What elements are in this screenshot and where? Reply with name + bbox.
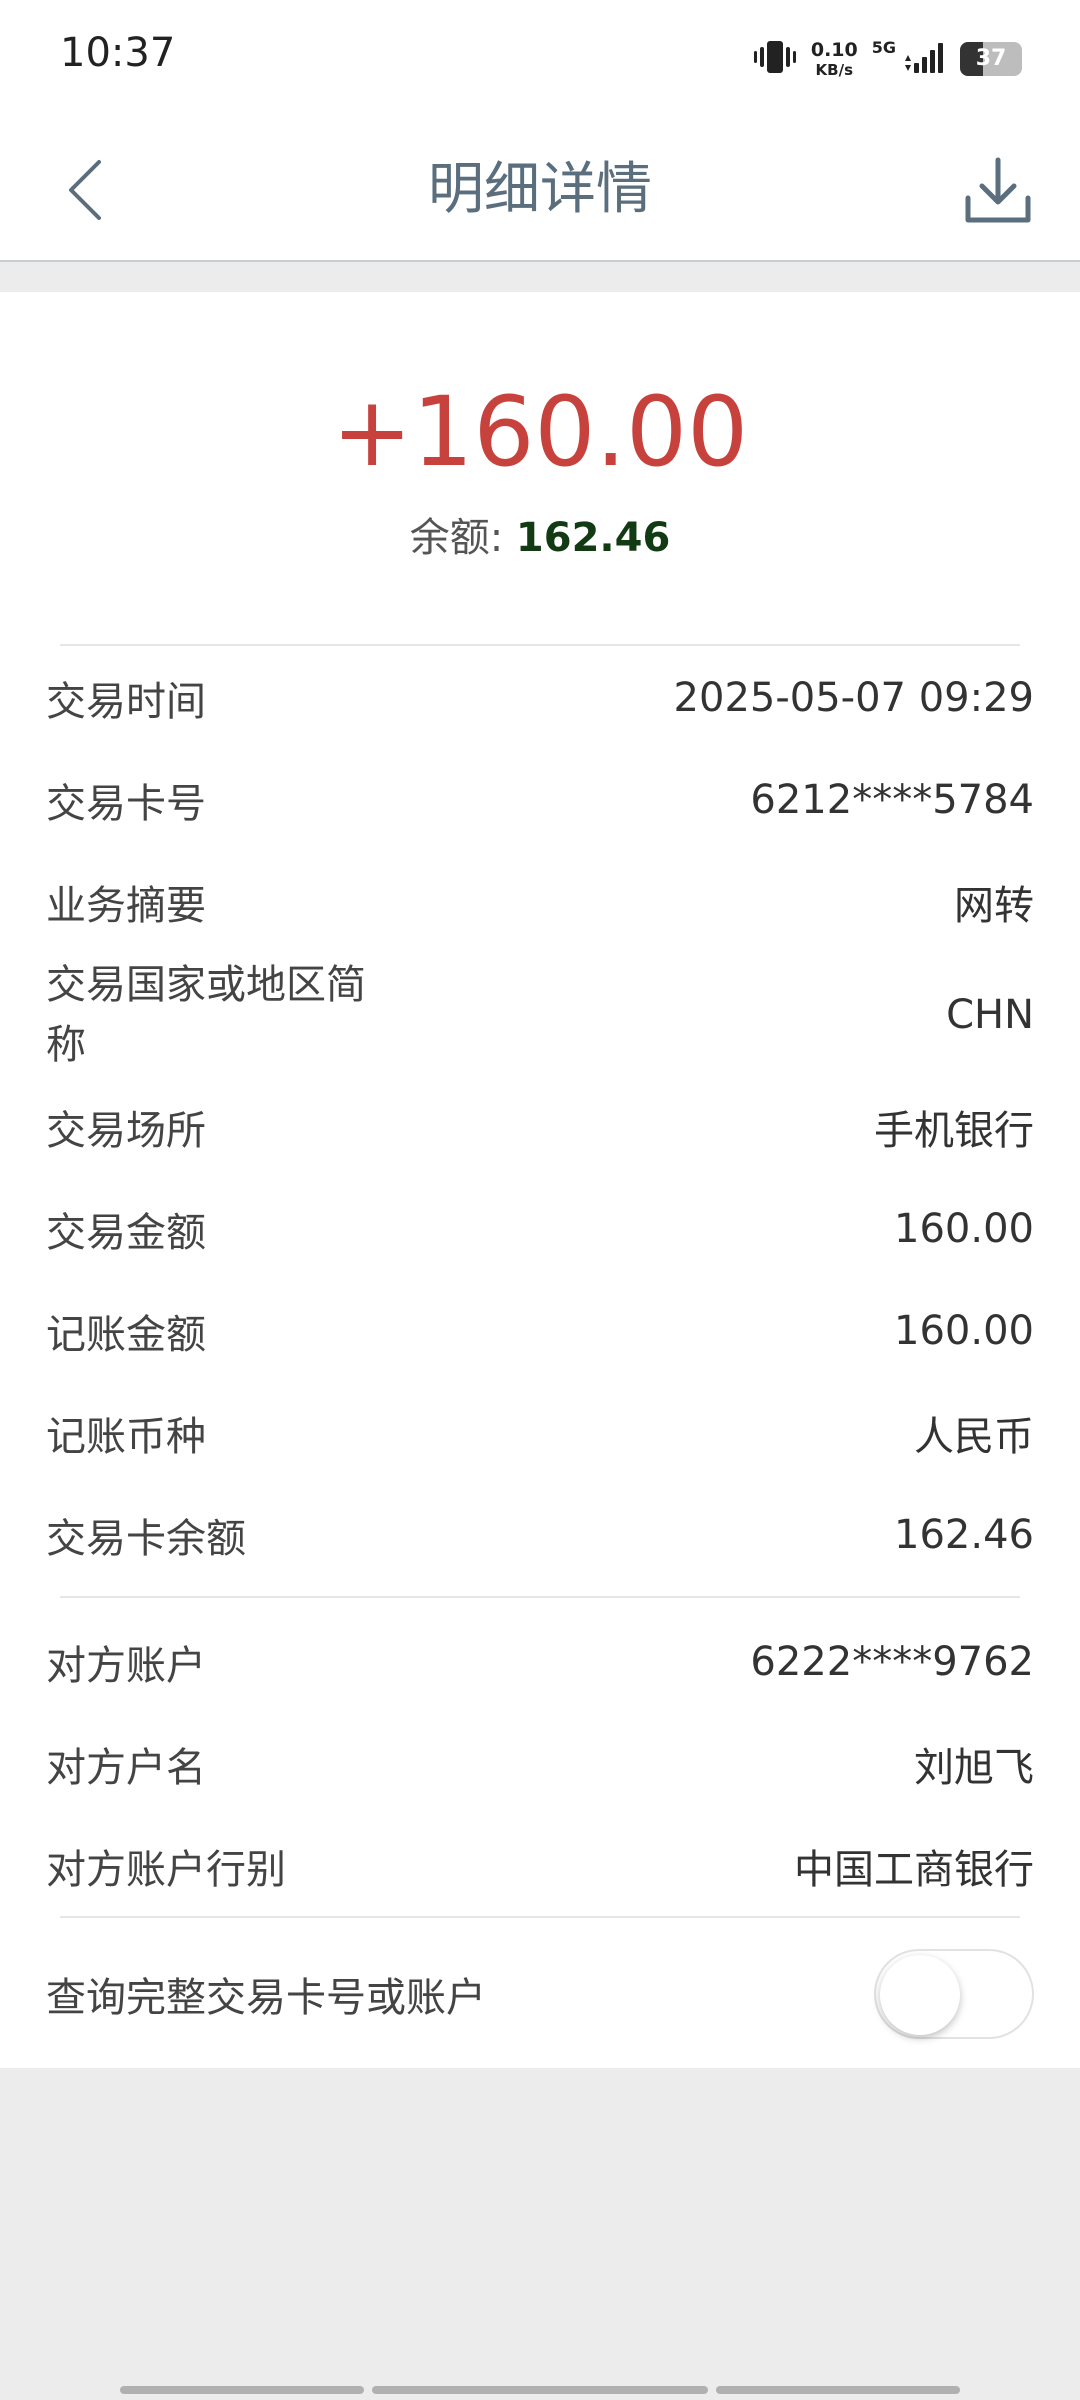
transaction-amount: +160.00 <box>331 376 749 488</box>
detail-row-posted-amount: 记账金额 160.00 <box>46 1291 1034 1371</box>
detail-row-card-balance: 交易卡余额 162.46 <box>46 1495 1034 1575</box>
detail-label: 业务摘要 <box>46 883 206 929</box>
signal-icon <box>902 39 946 79</box>
detail-label: 对方账户行别 <box>46 1847 286 1893</box>
detail-label: 对方账户 <box>46 1643 206 1689</box>
status-icons: 0.10 KB/s 5G 37 <box>753 34 1022 84</box>
balance-value: 162.46 <box>515 515 671 561</box>
detail-label: 记账币种 <box>46 1414 206 1460</box>
divider <box>60 644 1020 646</box>
home-indicator <box>716 2386 960 2394</box>
detail-value: 中国工商银行 <box>794 1847 1034 1893</box>
detail-row-summary: 业务摘要 网转 <box>46 862 1034 942</box>
detail-label: 交易卡余额 <box>46 1516 246 1562</box>
detail-value: 160.00 <box>894 1206 1034 1252</box>
status-time: 10:37 <box>60 30 176 76</box>
detail-label: 交易时间 <box>46 679 206 725</box>
status-bar: 10:37 0.10 KB/s 5G 37 <box>0 0 1080 120</box>
counterparty-row-bank: 对方账户行别 中国工商银行 <box>46 1826 1034 1906</box>
detail-label: 交易国家或地区简称 <box>46 962 366 1068</box>
detail-row-amount: 交易金额 160.00 <box>46 1189 1034 1269</box>
detail-label: 交易金额 <box>46 1210 206 1256</box>
detail-value: 刘旭飞 <box>914 1745 1034 1791</box>
home-indicator <box>372 2386 708 2394</box>
detail-label: 记账金额 <box>46 1312 206 1358</box>
counterparty-row-name: 对方户名 刘旭飞 <box>46 1724 1034 1804</box>
detail-value: 网转 <box>954 883 1034 929</box>
toggle-label: 查询完整交易卡号或账户 <box>46 1975 486 2021</box>
section-gap <box>0 264 1080 292</box>
detail-value: 162.46 <box>894 1512 1034 1558</box>
nav-bar: 明细详情 <box>0 120 1080 262</box>
toggle-knob <box>880 1955 960 2035</box>
download-icon <box>965 157 1031 223</box>
divider <box>60 1596 1020 1598</box>
counterparty-row-account: 对方账户 6222****9762 <box>46 1622 1034 1702</box>
detail-value: 160.00 <box>894 1308 1034 1354</box>
net-speed: 0.10 KB/s <box>810 38 858 79</box>
detail-row-country: 交易国家或地区简称 CHN <box>46 955 1034 1075</box>
full-number-toggle[interactable] <box>874 1949 1034 2039</box>
divider <box>60 1916 1020 1918</box>
full-number-toggle-row: 查询完整交易卡号或账户 <box>46 1949 1034 2039</box>
net-speed-unit: KB/s <box>815 60 854 79</box>
vibrate-icon <box>753 37 797 81</box>
detail-value: 6212****5784 <box>750 777 1034 823</box>
download-button[interactable] <box>956 148 1040 232</box>
detail-value: 6222****9762 <box>750 1639 1034 1685</box>
home-indicator <box>120 2386 364 2394</box>
detail-value: 人民币 <box>914 1414 1034 1460</box>
network-type: 5G <box>871 37 896 57</box>
detail-label: 交易场所 <box>46 1108 206 1154</box>
detail-value: 手机银行 <box>874 1108 1034 1154</box>
net-speed-value: 0.10 <box>810 38 858 61</box>
battery-level: 37 <box>975 46 1007 71</box>
balance-line: 余额: 162.46 <box>0 510 1080 566</box>
detail-label: 对方户名 <box>46 1745 206 1791</box>
detail-value: 2025-05-07 09:29 <box>673 675 1034 721</box>
detail-value: CHN <box>946 992 1034 1038</box>
detail-row-venue: 交易场所 手机银行 <box>46 1087 1034 1167</box>
detail-row-currency: 记账币种 人民币 <box>46 1393 1034 1473</box>
page-title: 明细详情 <box>428 157 652 222</box>
detail-row-card: 交易卡号 6212****5784 <box>46 760 1034 840</box>
detail-card: +160.00 余额: 162.46 交易时间 2025-05-07 09:29… <box>0 292 1080 2068</box>
detail-label: 交易卡号 <box>46 781 206 827</box>
battery-icon: 37 <box>960 42 1022 76</box>
detail-row-time: 交易时间 2025-05-07 09:29 <box>46 658 1034 738</box>
balance-label: 余额: <box>409 515 516 561</box>
